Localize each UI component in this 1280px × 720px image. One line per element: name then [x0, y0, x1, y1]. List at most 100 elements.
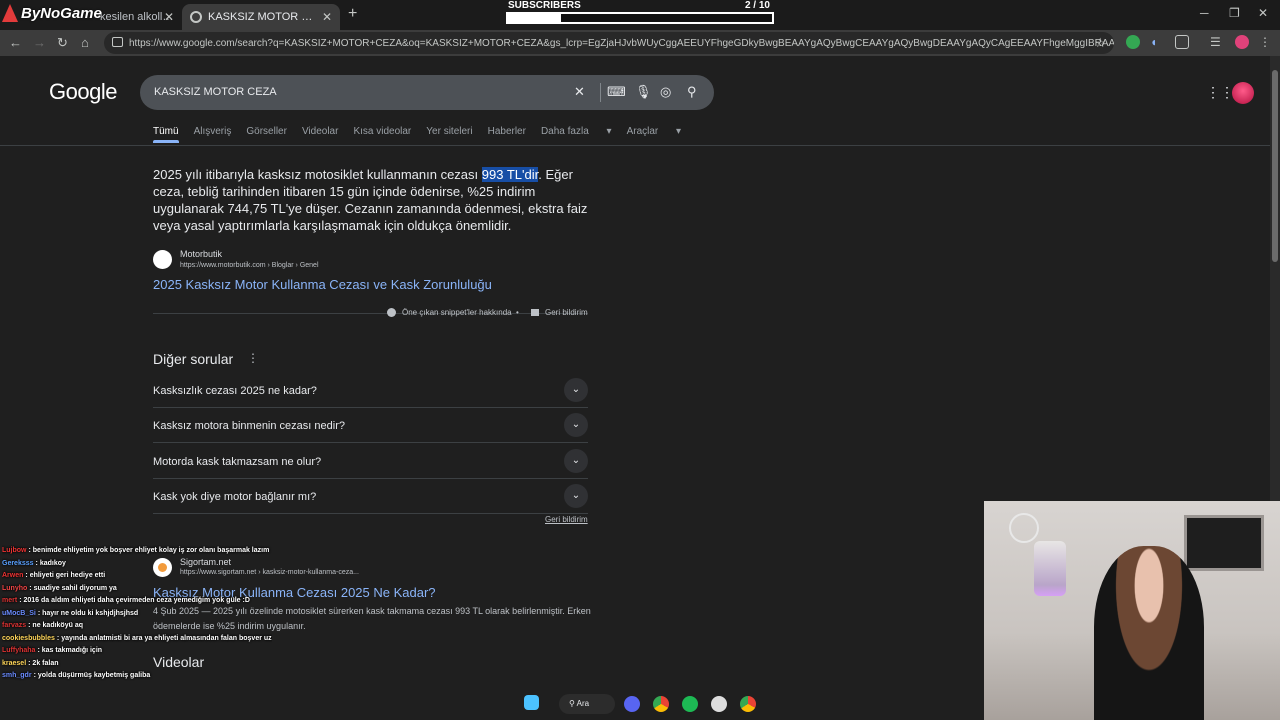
- tab-videos[interactable]: Videolar: [302, 126, 339, 137]
- stream-logo-text: ByNoGame: [21, 4, 102, 22]
- keyboard-icon[interactable]: ⌨: [607, 84, 626, 100]
- chat-username: Gereksss: [2, 559, 34, 567]
- home-icon[interactable]: ⌂: [81, 35, 89, 50]
- paa-question-text: Kask yok diye motor bağlanır mı?: [153, 491, 317, 503]
- source-name[interactable]: Motorbutik: [180, 249, 222, 259]
- paa-question[interactable]: Kasksızlık cezası 2025 ne kadar? ⌄: [153, 373, 588, 408]
- result-link[interactable]: 2025 Kasksız Motor Kullanma Cezası ve Ka…: [153, 277, 492, 292]
- snippet-highlight: 993 TL'dir: [481, 167, 539, 182]
- help-icon: [387, 308, 396, 317]
- extensions-icon[interactable]: [1175, 35, 1189, 49]
- back-icon[interactable]: ←: [9, 35, 22, 50]
- browser-tab-2[interactable]: KASKSIZ MOTOR CEZA - Google ✕: [182, 4, 340, 30]
- tab-tools-label: Araçlar: [626, 126, 659, 137]
- search-box[interactable]: KASKSIZ MOTOR CEZA ✕ ⌨ 🎙 ◎ ⚲: [140, 75, 714, 110]
- paa-question-text: Kasksız motora binmenin cezası nedir?: [153, 420, 345, 432]
- chat-text: suadiye sahil diyorum ya: [33, 584, 117, 592]
- tab-places[interactable]: Yer siteleri: [426, 126, 472, 137]
- motorbutik-favicon-icon: [153, 250, 172, 269]
- tab-news[interactable]: Haberler: [488, 126, 526, 137]
- subscriber-progress-bar: [506, 12, 774, 24]
- paa-question[interactable]: Kask yok diye motor bağlanır mı? ⌄: [153, 479, 588, 514]
- search-input[interactable]: KASKSIZ MOTOR CEZA: [154, 86, 277, 98]
- wall-decoration: [1009, 513, 1039, 543]
- feedback-icon: [531, 309, 539, 316]
- reload-icon[interactable]: ↻: [57, 35, 68, 51]
- menu-dots-icon[interactable]: ⋮: [1259, 35, 1273, 49]
- taskbar-search[interactable]: ⚲ Ara: [559, 694, 615, 714]
- forward-icon[interactable]: →: [33, 35, 46, 50]
- bookmark-star-icon[interactable]: ☆: [1094, 35, 1106, 51]
- microphone: [1034, 541, 1066, 596]
- source-url[interactable]: https://www.motorbutik.com › Bloglar › G…: [180, 262, 319, 269]
- paa-feedback-link[interactable]: Geri bildirim: [545, 515, 588, 524]
- minimize-icon[interactable]: ─: [1200, 6, 1209, 20]
- clear-icon[interactable]: ✕: [574, 84, 585, 100]
- chat-text: 2k falan: [32, 659, 59, 667]
- scrollbar-thumb[interactable]: [1272, 70, 1278, 262]
- reading-list-icon[interactable]: ☰: [1210, 35, 1224, 49]
- chat-message: smh_gdr: yolda düşürmüş kaybetmiş galiba: [2, 670, 272, 683]
- chat-username: kraesel: [2, 659, 27, 667]
- shield-extension-icon[interactable]: [1126, 35, 1140, 49]
- stream-chat-overlay: Lujbow: benimde ehliyetim yok boşver ehl…: [2, 545, 272, 683]
- site-info-icon[interactable]: [112, 37, 123, 47]
- paa-question[interactable]: Kasksız motora binmenin cezası nedir? ⌄: [153, 408, 588, 443]
- chat-message: Lujbow: benimde ehliyetim yok boşver ehl…: [2, 545, 272, 558]
- snippet-feedback-label: Geri bildirim: [545, 308, 588, 317]
- profile-avatar-icon[interactable]: [1235, 35, 1249, 49]
- account-avatar[interactable]: [1232, 82, 1254, 104]
- streamer: [1094, 546, 1204, 720]
- maximize-icon[interactable]: ❐: [1229, 6, 1240, 20]
- chat-text: hayır ne oldu ki kshjdjhsjhsd: [42, 609, 139, 617]
- logo-mark-icon: [2, 4, 18, 22]
- tab-images[interactable]: Görseller: [246, 126, 287, 137]
- chat-username: cookiesbubbles: [2, 634, 55, 642]
- tabs-divider: [0, 145, 1270, 146]
- google-favicon-icon: [190, 11, 202, 23]
- search-icon[interactable]: ⚲: [687, 84, 697, 100]
- chat-message: Lunyho: suadiye sahil diyorum ya: [2, 583, 272, 596]
- stream-logo: ByNoGame: [2, 4, 102, 22]
- chat-text: kadıkoy: [39, 559, 66, 567]
- discord-icon[interactable]: [624, 696, 640, 712]
- windows-start-icon[interactable]: [524, 695, 539, 710]
- wave-extension-icon[interactable]: ◖: [1150, 35, 1164, 49]
- microphone-icon[interactable]: 🎙: [635, 84, 652, 100]
- paa-question[interactable]: Motorda kask takmazsam ne olur? ⌄: [153, 444, 588, 479]
- browser-toolbar: ← → ↻ ⌂ https://www.google.com/search?q=…: [0, 30, 1280, 56]
- chat-username: Arwen: [2, 572, 24, 579]
- tab-tools[interactable]: Araçlar ▾: [627, 126, 682, 137]
- chevron-down-icon[interactable]: ⌄: [564, 484, 588, 508]
- chrome-active-icon[interactable]: [740, 696, 756, 712]
- wall-frame: [1184, 515, 1264, 571]
- more-options-icon[interactable]: ⋮: [247, 351, 259, 365]
- chevron-down-icon[interactable]: ⌄: [564, 378, 588, 402]
- chat-message: Arwen: ehliyeti geri hediye etti: [2, 570, 272, 583]
- snippet-pre: 2025 yılı itibarıyla kasksız motosiklet …: [153, 167, 482, 182]
- tab-short-videos[interactable]: Kısa videolar: [353, 126, 411, 137]
- chat-message: uMocB_Si: hayır ne oldu ki kshjdjhsjhsd: [2, 608, 272, 621]
- google-logo[interactable]: Google: [49, 79, 117, 105]
- close-icon[interactable]: ✕: [322, 10, 332, 24]
- tab-shopping[interactable]: Alışveriş: [194, 126, 232, 137]
- close-icon[interactable]: ✕: [164, 10, 174, 24]
- tab-all[interactable]: Tümü: [153, 126, 179, 143]
- chat-username: farvazs: [2, 622, 27, 629]
- chevron-down-icon[interactable]: ⌄: [564, 449, 588, 473]
- snippet-feedback-link[interactable]: Geri bildirim: [531, 308, 588, 317]
- address-bar[interactable]: https://www.google.com/search?q=KASKSIZ+…: [104, 32, 1114, 54]
- chat-username: Lujbow: [2, 547, 27, 554]
- obs-icon[interactable]: [711, 696, 727, 712]
- lens-icon[interactable]: ◎: [660, 84, 671, 100]
- tab-more[interactable]: Daha fazla ▾: [541, 126, 612, 137]
- paa-question-text: Motorda kask takmazsam ne olur?: [153, 456, 322, 468]
- chat-username: Luffyhaha: [2, 647, 36, 654]
- spotify-icon[interactable]: [682, 696, 698, 712]
- new-tab-icon[interactable]: +: [348, 5, 357, 23]
- chat-text: kas takmadığı için: [41, 647, 103, 654]
- window-close-icon[interactable]: ✕: [1258, 6, 1268, 20]
- about-snippets-link[interactable]: Öne çıkan snippet'ler hakkında •: [387, 308, 519, 317]
- chevron-down-icon[interactable]: ⌄: [564, 413, 588, 437]
- chrome-icon[interactable]: [653, 696, 669, 712]
